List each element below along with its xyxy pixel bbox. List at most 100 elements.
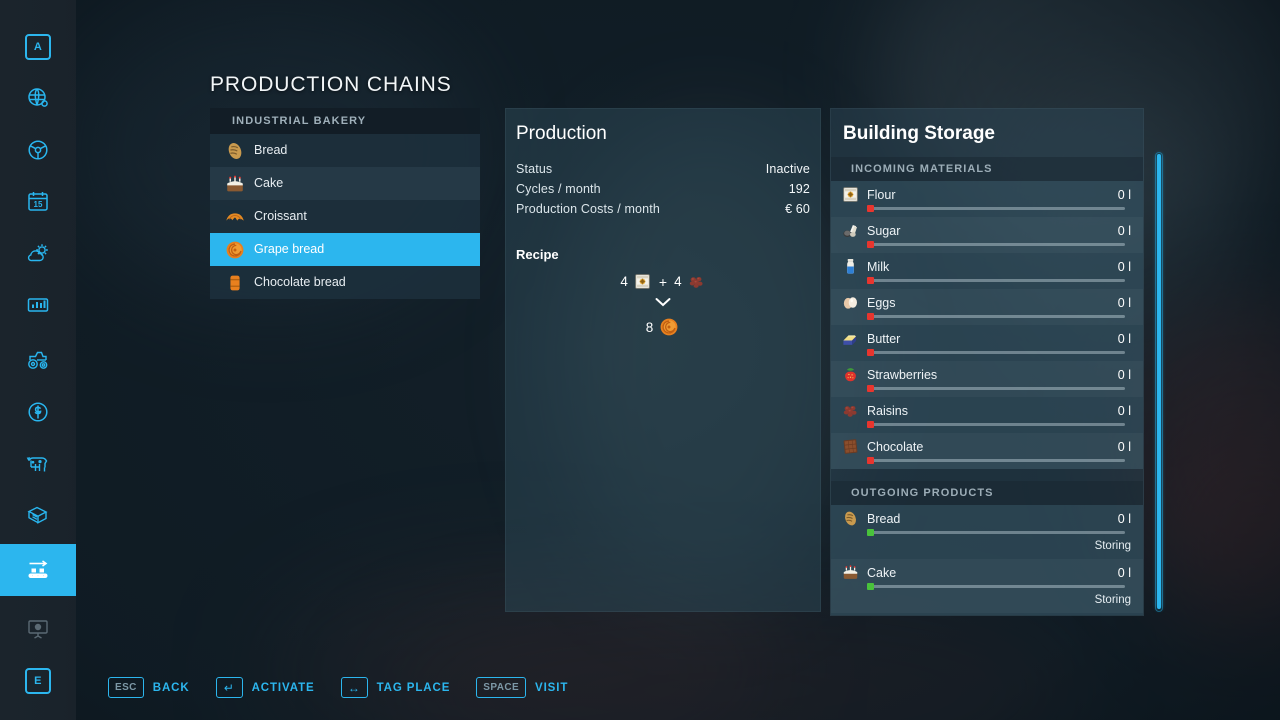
sidebar-item-weather[interactable] <box>0 227 76 279</box>
recipe-inputs: 4 +4 <box>620 272 705 291</box>
storage-fill-bar <box>867 423 1125 426</box>
storage-row[interactable]: Raisins0 l <box>831 397 1143 433</box>
storage-row[interactable]: Chocolate0 l <box>831 433 1143 469</box>
storage-item-name: Sugar <box>867 224 1118 238</box>
production-panel-title: Production <box>506 109 820 145</box>
sidebar-item-map[interactable] <box>0 73 76 125</box>
storage-row[interactable]: Cake0 lStoring <box>831 559 1143 613</box>
storage-item-amount: 0 l <box>1118 566 1131 580</box>
storage-row[interactable]: Croissant0 lStoring <box>831 613 1143 616</box>
production-stat-value: Inactive <box>766 162 810 176</box>
chain-list-item[interactable]: Chocolate bread <box>210 266 480 299</box>
recipe-input-amount: 4 <box>674 274 682 289</box>
help-bar-entry[interactable]: ↵ACTIVATE <box>216 677 315 698</box>
storage-fill-bar <box>867 351 1125 354</box>
storage-item-name: Raisins <box>867 404 1118 418</box>
storage-fill-bar <box>867 531 1125 534</box>
chain-list-item-label: Grape bread <box>254 243 324 256</box>
sugar-icon <box>841 221 860 240</box>
storage-scrollbar[interactable] <box>1155 152 1163 612</box>
cake-icon <box>224 173 246 195</box>
storage-row[interactable]: Eggs0 l <box>831 289 1143 325</box>
sidebar-item-key-e[interactable]: E <box>0 655 76 707</box>
chocolate-icon <box>841 437 860 456</box>
tractor-icon <box>26 348 50 372</box>
key-e-icon: E <box>25 668 51 694</box>
outgoing-products-header: OUTGOING PRODUCTS <box>831 481 1143 505</box>
bar-chart-icon <box>26 293 50 317</box>
sidebar-item-presentation[interactable] <box>0 603 76 655</box>
chain-list-item-label: Croissant <box>254 210 307 223</box>
chain-list-item-label: Bread <box>254 144 287 157</box>
storage-row-top: Flour0 l <box>841 185 1131 204</box>
sidebar-item-statistics[interactable] <box>0 279 76 331</box>
sidebar-item-contracts[interactable] <box>0 489 76 541</box>
storage-status-dot <box>867 529 874 536</box>
recipe-input-amount: 4 <box>620 274 628 289</box>
help-bar-entry[interactable]: SPACEVISIT <box>476 677 568 698</box>
help-bar: ESCBACK ↵ACTIVATE ↔TAG PLACE SPACEVISIT <box>108 677 568 698</box>
chain-list-item[interactable]: Grape bread <box>210 233 480 266</box>
bread-icon <box>224 140 246 162</box>
help-bar-entry[interactable]: ESCBACK <box>108 677 190 698</box>
sidebar-item-calendar[interactable]: 15 <box>0 176 76 228</box>
main-sidebar: A 15 E <box>0 0 76 720</box>
storage-status-dot <box>867 457 874 464</box>
storage-row[interactable]: Milk0 l <box>831 253 1143 289</box>
storage-row[interactable]: Flour0 l <box>831 181 1143 217</box>
storage-fill-bar <box>867 459 1125 462</box>
sidebar-item-tractor[interactable] <box>0 334 76 386</box>
storage-item-name: Cake <box>867 566 1118 580</box>
storage-row-top: Cake0 l <box>841 563 1131 582</box>
recipe-outputs: 8 <box>646 316 681 338</box>
presentation-icon <box>26 617 50 641</box>
sidebar-item-finances[interactable] <box>0 386 76 438</box>
storage-item-amount: 0 l <box>1118 512 1131 526</box>
help-key-label: TAG PLACE <box>377 682 451 694</box>
production-stat-value: 192 <box>789 182 810 196</box>
grape-bread-icon <box>224 239 246 261</box>
storage-row[interactable]: Sugar0 l <box>831 217 1143 253</box>
storage-scrollbar-thumb[interactable] <box>1157 154 1161 609</box>
storage-item-amount: 0 l <box>1118 404 1131 418</box>
recipe-plus-sign: + <box>659 274 667 290</box>
storage-row-top: Eggs0 l <box>841 293 1131 312</box>
storage-row[interactable]: Bread0 lStoring <box>831 505 1143 559</box>
storage-item-name: Flour <box>867 188 1118 202</box>
storage-row[interactable]: Strawberries0 l <box>831 361 1143 397</box>
storage-row[interactable]: Butter0 l <box>831 325 1143 361</box>
dollar-circle-icon <box>26 400 50 424</box>
production-stat-label: Status <box>516 162 552 176</box>
sidebar-item-animals[interactable] <box>0 437 76 489</box>
production-stat-row: Cycles / month192 <box>516 179 810 199</box>
production-stat-value: € 60 <box>785 202 810 216</box>
flour-icon <box>633 272 652 291</box>
storage-status-dot <box>867 277 874 284</box>
storage-item-name: Strawberries <box>867 368 1118 382</box>
sidebar-item-key-a[interactable]: A <box>0 21 76 73</box>
storage-item-amount: 0 l <box>1118 260 1131 274</box>
storage-row-top: Sugar0 l <box>841 221 1131 240</box>
storage-item-name: Milk <box>867 260 1118 274</box>
storage-fill-bar <box>867 585 1125 588</box>
storage-fill-bar <box>867 387 1125 390</box>
sidebar-item-production[interactable] <box>0 544 76 596</box>
production-stats-list: StatusInactiveCycles / month192Productio… <box>506 159 820 219</box>
steering-wheel-icon <box>26 138 50 162</box>
storage-status-dot <box>867 313 874 320</box>
storage-item-name: Bread <box>867 512 1118 526</box>
chain-list-item[interactable]: Bread <box>210 134 480 167</box>
recipe-arrow-down-icon <box>655 294 671 312</box>
help-bar-entry[interactable]: ↔TAG PLACE <box>341 677 451 698</box>
conveyor-belt-icon <box>26 558 50 582</box>
storage-item-name: Butter <box>867 332 1118 346</box>
storage-fill-bar <box>867 315 1125 318</box>
key-a-icon: A <box>25 34 51 60</box>
chain-list-item[interactable]: Cake <box>210 167 480 200</box>
sidebar-item-vehicles[interactable] <box>0 124 76 176</box>
chain-list-item-label: Chocolate bread <box>254 276 346 289</box>
chain-list-item[interactable]: Croissant <box>210 200 480 233</box>
documents-icon <box>26 503 50 527</box>
storage-status-dot <box>867 205 874 212</box>
croissant-icon <box>224 206 246 228</box>
